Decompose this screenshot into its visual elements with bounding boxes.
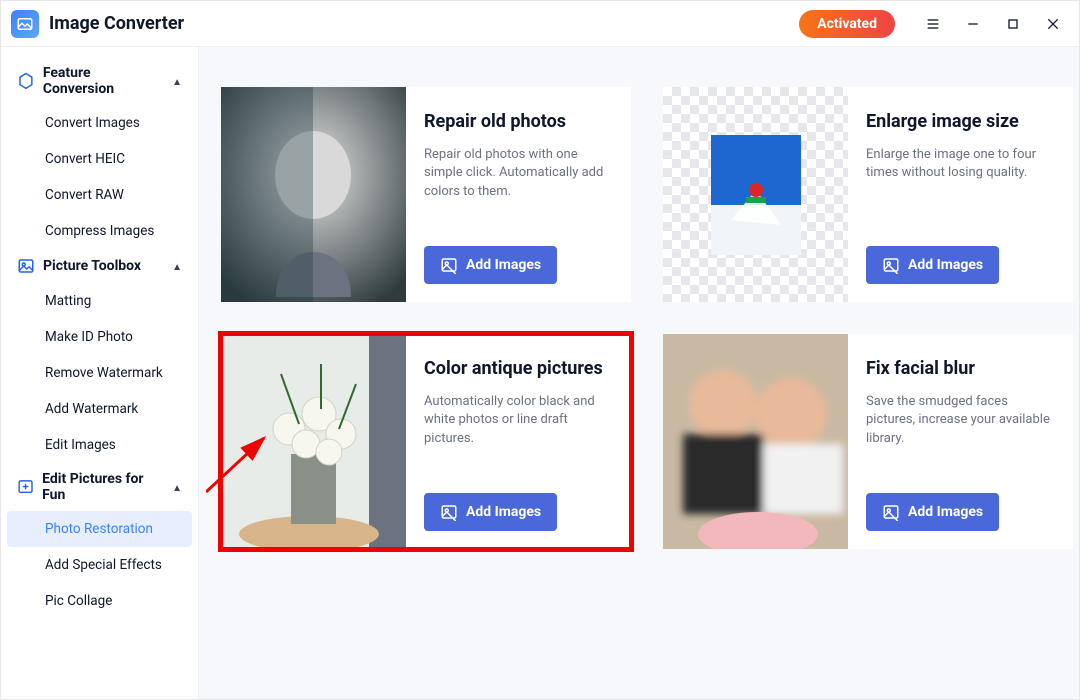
chevron-up-icon — [172, 479, 182, 495]
picture-icon — [882, 503, 900, 521]
close-icon[interactable] — [1037, 8, 1069, 40]
card-title: Enlarge image size — [866, 111, 1055, 134]
card-grid: Repair old photos Repair old photos with… — [221, 87, 1063, 549]
minimize-icon[interactable] — [957, 8, 989, 40]
hamburger-icon[interactable] — [917, 8, 949, 40]
chevron-up-icon — [172, 73, 182, 89]
add-images-label: Add Images — [466, 504, 541, 520]
sidebar-item-compress-images[interactable]: Compress Images — [7, 213, 192, 249]
sidebar-section-picture-toolbox[interactable]: Picture Toolbox — [7, 249, 192, 283]
sidebar-item-convert-raw[interactable]: Convert RAW — [7, 177, 192, 213]
card-thumb — [221, 87, 406, 302]
sidebar-section-label: Edit Pictures for Fun — [42, 471, 164, 503]
card-desc: Save the smudged faces pictures, increas… — [866, 393, 1055, 450]
sidebar-section-label: Feature Conversion — [43, 65, 164, 97]
sidebar-section-feature-conversion[interactable]: Feature Conversion — [7, 57, 192, 105]
card-thumb — [663, 334, 848, 549]
title-bar: Image Converter Activated — [1, 1, 1079, 47]
picture-icon — [882, 256, 900, 274]
picture-icon — [17, 257, 35, 275]
chevron-up-icon — [172, 258, 182, 274]
add-images-label: Add Images — [908, 257, 983, 273]
content-area: Repair old photos Repair old photos with… — [199, 47, 1079, 699]
card-desc: Enlarge the image one to four times with… — [866, 146, 1055, 184]
card-desc: Repair old photos with one simple click.… — [424, 146, 613, 203]
sparkle-icon — [17, 478, 34, 496]
app-title: Image Converter — [49, 13, 184, 34]
sidebar-section-edit-pictures-for-fun[interactable]: Edit Pictures for Fun — [7, 463, 192, 511]
sidebar-item-remove-watermark[interactable]: Remove Watermark — [7, 355, 192, 391]
add-images-button[interactable]: Add Images — [424, 493, 557, 531]
feature-card-fix-facial-blur: Fix facial blur Save the smudged faces p… — [663, 334, 1073, 549]
sidebar-section-label: Picture Toolbox — [43, 258, 141, 274]
sidebar-item-make-id-photo[interactable]: Make ID Photo — [7, 319, 192, 355]
card-thumb — [221, 334, 406, 549]
add-images-button[interactable]: Add Images — [424, 246, 557, 284]
app-window: Image Converter Activated Feature Conver… — [0, 0, 1080, 700]
add-images-label: Add Images — [466, 257, 541, 273]
card-desc: Automatically color black and white phot… — [424, 393, 613, 450]
sidebar-item-add-special-effects[interactable]: Add Special Effects — [7, 547, 192, 583]
card-title: Repair old photos — [424, 111, 613, 134]
picture-icon — [440, 503, 458, 521]
feature-card-enlarge-image-size: Enlarge image size Enlarge the image one… — [663, 87, 1073, 302]
sidebar-item-photo-restoration[interactable]: Photo Restoration — [7, 511, 192, 547]
sidebar: Feature Conversion Convert Images Conver… — [1, 47, 199, 699]
sidebar-item-matting[interactable]: Matting — [7, 283, 192, 319]
sidebar-item-pic-collage[interactable]: Pic Collage — [7, 583, 192, 619]
card-title: Fix facial blur — [866, 358, 1055, 381]
sidebar-item-add-watermark[interactable]: Add Watermark — [7, 391, 192, 427]
hexagon-icon — [17, 72, 35, 90]
add-images-label: Add Images — [908, 504, 983, 520]
sidebar-item-convert-images[interactable]: Convert Images — [7, 105, 192, 141]
sidebar-item-edit-images[interactable]: Edit Images — [7, 427, 192, 463]
sidebar-item-convert-heic[interactable]: Convert HEIC — [7, 141, 192, 177]
card-title: Color antique pictures — [424, 358, 613, 381]
add-images-button[interactable]: Add Images — [866, 493, 999, 531]
app-logo-icon — [11, 10, 39, 38]
status-pill[interactable]: Activated — [799, 10, 895, 38]
maximize-icon[interactable] — [997, 8, 1029, 40]
feature-card-repair-old-photos: Repair old photos Repair old photos with… — [221, 87, 631, 302]
picture-icon — [440, 256, 458, 274]
add-images-button[interactable]: Add Images — [866, 246, 999, 284]
feature-card-color-antique-pictures: Color antique pictures Automatically col… — [221, 334, 631, 549]
card-thumb — [663, 87, 848, 302]
